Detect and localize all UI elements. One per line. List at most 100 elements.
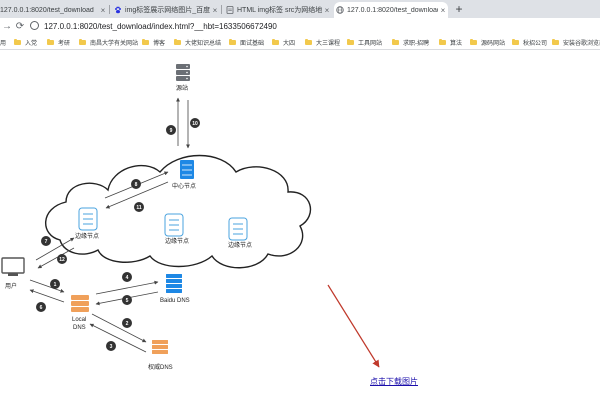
bookmark-label: 算法 [450, 41, 463, 47]
bookmark-item[interactable]: 入党 [14, 37, 37, 48]
svg-text:5: 5 [126, 298, 129, 304]
svg-text:4: 4 [126, 275, 129, 281]
step-badge: 6 [36, 302, 46, 312]
folder-icon [392, 39, 399, 45]
step-badge: 5 [122, 295, 132, 305]
bookmark-item[interactable]: 用 [0, 37, 6, 48]
svg-text:3: 3 [110, 344, 113, 350]
svg-text:1: 1 [54, 282, 57, 288]
center-node-label: 中心节点 [172, 182, 196, 190]
red-annotation-arrow [327, 284, 380, 368]
address-bar[interactable]: 127.0.0.1:8020/test_download/index.html?… [30, 20, 277, 34]
folder-icon [174, 39, 181, 45]
step-badge: 8 [131, 179, 141, 189]
bookmark-label: 南昌大学有关网站 [90, 41, 139, 47]
cdn-diagram-image: 源站 中心节点 边缘节点 边缘节点 边缘节点 用户 Local DNS Baid… [1, 64, 380, 371]
auth-dns-label: 权威DNS [148, 363, 173, 371]
tab-title: 127.0.0.1:8020/test_download [0, 6, 94, 14]
forward-icon[interactable]: → [1, 20, 13, 34]
tab-baidu-search[interactable]: img标签展示网络图片_百度搜索 × [112, 2, 220, 18]
user-computer-icon [1, 257, 25, 276]
local-dns-label-line2: DNS [73, 325, 86, 331]
tab-test-download-1[interactable]: 127.0.0.1:8020/test_download × [0, 2, 108, 18]
svg-text:11: 11 [136, 205, 142, 211]
bookmark-item[interactable]: 源码网站 [470, 37, 505, 48]
bookmark-label: 入党 [25, 41, 38, 47]
bookmarks-bar: 用 入党 考研 南昌大学有关网站 博客 大佬知识总结 面试基础 大四 大三课程 … [0, 36, 600, 50]
tab-test-download-active[interactable]: 127.0.0.1:8020/test_download × [334, 2, 448, 18]
download-image-link[interactable]: 点击下载图片 [370, 376, 418, 387]
bookmark-item[interactable]: 大三课程 [305, 37, 340, 48]
edge-node-label: 边缘节点 [228, 241, 252, 249]
bookmark-item[interactable]: 秋招公司 [512, 37, 547, 48]
info-icon[interactable] [30, 21, 39, 30]
baidu-dns-icon [166, 274, 182, 293]
bookmark-item[interactable]: 大四 [272, 37, 295, 48]
url-path: /test_download/index.html?__hbt=16335066… [97, 22, 277, 31]
bookmark-label: 大佬知识总结 [185, 41, 222, 47]
bookmark-label: 用 [0, 41, 7, 47]
toolbar: → ⟳ 127.0.0.1:8020/test_download/index.h… [0, 18, 600, 36]
bookmark-label: 考研 [58, 41, 71, 47]
folder-icon [79, 39, 86, 45]
reload-icon[interactable]: ⟳ [14, 20, 26, 34]
bookmark-item[interactable]: 博客 [142, 37, 165, 48]
source-server-icon [176, 64, 190, 81]
edge-node-icon [78, 207, 98, 231]
bookmark-item[interactable]: 安装谷歌浏览器 [552, 37, 600, 48]
bookmark-label: 安装谷歌浏览器 [563, 41, 600, 47]
step-badge: 7 [41, 236, 51, 246]
folder-icon [47, 39, 54, 45]
folder-icon [552, 39, 559, 45]
step-badge: 11 [134, 202, 144, 212]
bookmark-label: 大四 [283, 41, 296, 47]
bookmark-item[interactable]: 求职-招聘 [392, 37, 429, 48]
bookmark-item[interactable]: 算法 [439, 37, 462, 48]
close-icon[interactable]: × [438, 6, 448, 15]
close-icon[interactable]: × [210, 6, 220, 15]
folder-icon [347, 39, 354, 45]
tab-title: HTML img标签 src为网络地址 [237, 7, 322, 14]
user-label: 用户 [5, 282, 17, 290]
svg-text:2: 2 [126, 321, 129, 327]
svg-text:10: 10 [192, 121, 198, 127]
local-dns-label-line1: Local [72, 317, 86, 323]
step-badge: 9 [166, 125, 176, 135]
folder-icon [142, 39, 149, 45]
step-badge: 12 [57, 254, 67, 264]
tab-title: 127.0.0.1:8020/test_download [347, 6, 438, 14]
page-content: 源站 中心节点 边缘节点 边缘节点 边缘节点 用户 Local DNS Baid… [0, 50, 600, 400]
bookmark-item[interactable]: 工具网站 [347, 37, 382, 48]
step-badge: 1 [50, 279, 60, 289]
svg-text:12: 12 [59, 257, 65, 263]
close-icon[interactable]: × [322, 6, 332, 15]
local-dns-icon [71, 295, 89, 312]
bookmark-item[interactable]: 大佬知识总结 [174, 37, 221, 48]
bookmark-item[interactable]: 考研 [47, 37, 70, 48]
step-badge: 2 [122, 318, 132, 328]
edge-node-icon [228, 217, 248, 241]
bookmark-label: 求职-招聘 [403, 41, 429, 47]
baidu-dns-label: Baidu DNS [160, 298, 190, 304]
edge-node-icon [164, 213, 184, 237]
bookmark-label: 大三课程 [316, 41, 341, 47]
bookmark-label: 博客 [153, 41, 166, 47]
authoritative-dns-icon [152, 340, 168, 354]
bookmark-item[interactable]: 面试基础 [229, 37, 264, 48]
edge-node-label: 边缘节点 [75, 232, 99, 240]
step-badge: 4 [122, 272, 132, 282]
svg-text:7: 7 [45, 239, 48, 245]
folder-icon [14, 39, 21, 45]
svg-text:6: 6 [40, 305, 43, 311]
step-badge: 3 [106, 341, 116, 351]
folder-icon [305, 39, 312, 45]
center-node-icon [180, 160, 194, 179]
bookmark-item[interactable]: 南昌大学有关网站 [79, 37, 138, 48]
new-tab-button[interactable]: + [452, 2, 466, 16]
folder-icon [272, 39, 279, 45]
tab-html-img[interactable]: HTML img标签 src为网络地址 × [224, 2, 332, 18]
close-icon[interactable]: × [98, 6, 108, 15]
folder-icon [439, 39, 446, 45]
tab-title: img标签展示网络图片_百度搜索 [125, 7, 210, 14]
svg-text:8: 8 [135, 182, 138, 188]
